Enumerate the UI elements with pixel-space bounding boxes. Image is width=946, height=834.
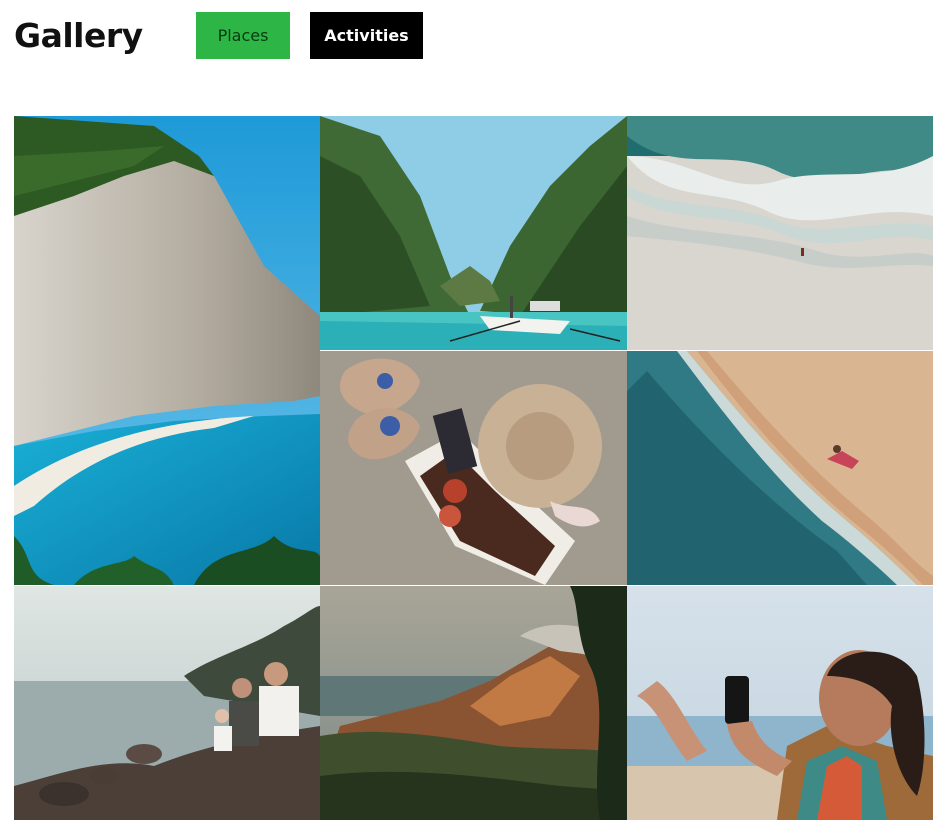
tab-activities[interactable]: Activities: [310, 12, 423, 59]
gallery-photo-aerial-shoreline[interactable]: [627, 351, 933, 585]
gallery-photo-lagoon-boats[interactable]: [320, 116, 627, 350]
gallery-photo-beach-selfie[interactable]: [627, 586, 933, 820]
gallery-photo-mountain-ridge[interactable]: [320, 586, 627, 820]
gallery-photo-aerial-waves[interactable]: [627, 116, 933, 350]
gallery-photo-family-rocks[interactable]: [14, 586, 320, 820]
photo-gallery: [14, 116, 933, 820]
tab-places[interactable]: Places: [196, 12, 290, 59]
gallery-photo-beach-flatlay[interactable]: [320, 351, 627, 585]
page-title: Gallery: [14, 16, 143, 55]
gallery-photo-cliff-bay[interactable]: [14, 116, 320, 585]
